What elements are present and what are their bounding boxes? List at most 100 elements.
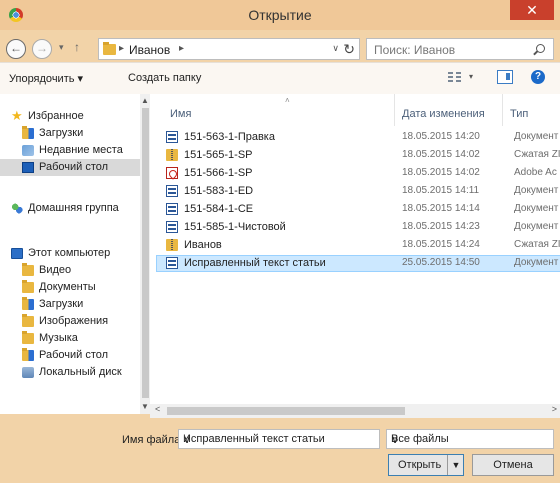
- filetype-select[interactable]: Все файлы ∨: [386, 429, 554, 449]
- file-type: Adobe Ac: [514, 167, 557, 178]
- sidebar-item-label: Избранное: [28, 110, 84, 122]
- file-row[interactable]: 151-585-1-Чистовой 18.05.2015 14:23 Доку…: [156, 219, 560, 236]
- command-toolbar: Упорядочить ▾ Создать папку ▾ ?: [0, 62, 560, 94]
- back-button[interactable]: ←: [6, 39, 26, 59]
- file-date: 18.05.2015 14:23: [402, 221, 480, 232]
- file-date: 25.05.2015 14:50: [402, 257, 480, 268]
- scrollbar-thumb[interactable]: [142, 108, 149, 398]
- local-disk-icon: [22, 367, 34, 378]
- file-date: 18.05.2015 14:02: [402, 149, 480, 160]
- scroll-left-arrow[interactable]: <: [155, 404, 160, 414]
- sidebar-item-music[interactable]: Музыка: [0, 330, 140, 347]
- address-trail-chevron[interactable]: ▸: [179, 43, 184, 54]
- file-date: 18.05.2015 14:24: [402, 239, 480, 250]
- pdf-file-icon: [166, 167, 178, 179]
- column-header-date[interactable]: Дата изменения: [402, 108, 485, 120]
- address-dropdown[interactable]: ∨: [332, 43, 339, 54]
- word-document-icon: [166, 185, 178, 197]
- file-row[interactable]: 151-565-1-SP 18.05.2015 14:02 Сжатая ZI: [156, 147, 560, 164]
- open-button[interactable]: Открыть ▼: [388, 454, 464, 476]
- sidebar-item-label: Документы: [39, 281, 96, 293]
- navigation-pane-scrollbar[interactable]: ▲ ▼: [140, 94, 150, 414]
- sidebar-item-label: Загрузки: [39, 127, 84, 139]
- column-header-name[interactable]: Имя: [170, 108, 191, 120]
- filename-input[interactable]: Исправленный текст статьи ∨: [178, 429, 380, 449]
- file-row[interactable]: 151-563-1-Правка 18.05.2015 14:20 Докуме…: [156, 129, 560, 146]
- address-separator: ▸: [119, 43, 125, 54]
- scroll-up-arrow[interactable]: ▲: [140, 96, 150, 105]
- music-folder-icon: [22, 331, 34, 344]
- videos-folder-icon: [22, 263, 34, 276]
- open-file-dialog: Открытие ✕ ← → ▾ ↑ ▸ Иванов ▸ ∨ ↻ Поиск:…: [0, 0, 560, 483]
- desktop-icon: [22, 162, 34, 173]
- file-date: 18.05.2015 14:20: [402, 131, 480, 142]
- scroll-right-arrow[interactable]: >: [552, 404, 557, 414]
- file-type: Документ: [514, 185, 559, 196]
- star-icon: ★: [11, 108, 23, 123]
- sidebar-item-recent-places[interactable]: Недавние места: [0, 142, 140, 159]
- sidebar-item-homegroup[interactable]: Домашняя группа: [0, 200, 140, 217]
- column-divider[interactable]: [502, 94, 503, 126]
- sidebar-item-label: Локальный диск: [39, 366, 122, 378]
- sidebar-item-local-disk[interactable]: Локальный диск: [0, 364, 140, 381]
- file-row[interactable]: 151-583-1-ED 18.05.2015 14:11 Документ: [156, 183, 560, 200]
- sidebar-item-videos[interactable]: Видео: [0, 262, 140, 279]
- sidebar-item-documents[interactable]: Документы: [0, 279, 140, 296]
- file-name: Иванов: [184, 239, 222, 251]
- downloads-folder-icon: [22, 126, 34, 139]
- file-list-horizontal-scrollbar[interactable]: < >: [150, 404, 560, 418]
- refresh-button[interactable]: ↻: [343, 41, 355, 58]
- word-document-icon: [166, 131, 178, 143]
- preview-pane-icon[interactable]: [497, 70, 513, 84]
- file-row-selected[interactable]: Исправленный текст статьи 25.05.2015 14:…: [156, 255, 560, 272]
- sidebar-item-downloads[interactable]: Загрузки: [0, 125, 140, 142]
- search-input[interactable]: Поиск: Иванов: [366, 38, 554, 60]
- search-placeholder: Поиск: Иванов: [374, 43, 456, 57]
- filename-history-dropdown[interactable]: ∨: [183, 433, 375, 446]
- address-path-segment[interactable]: Иванов: [129, 43, 170, 57]
- zip-folder-icon: [166, 239, 178, 251]
- organize-button[interactable]: Упорядочить ▾: [9, 72, 83, 85]
- file-row[interactable]: Иванов 18.05.2015 14:24 Сжатая ZI: [156, 237, 560, 254]
- file-row[interactable]: 151-584-1-CE 18.05.2015 14:14 Документ: [156, 201, 560, 218]
- sidebar-item-label: Этот компьютер: [28, 247, 111, 259]
- help-icon[interactable]: ?: [531, 70, 545, 84]
- view-options-icon[interactable]: [448, 72, 462, 83]
- open-button-label: Открыть: [398, 459, 442, 471]
- new-folder-button[interactable]: Создать папку: [128, 72, 201, 84]
- sidebar-item-pictures[interactable]: Изображения: [0, 313, 140, 330]
- sidebar-item-desktop-pc[interactable]: Рабочий стол: [0, 347, 140, 364]
- close-button[interactable]: ✕: [510, 0, 554, 20]
- sidebar-item-label: Изображения: [39, 315, 109, 327]
- column-header-type[interactable]: Тип: [510, 108, 528, 120]
- word-document-icon: [166, 257, 178, 269]
- column-divider[interactable]: [394, 94, 395, 126]
- sidebar-item-label: Рабочий стол: [39, 161, 109, 173]
- sidebar-item-this-pc[interactable]: Этот компьютер: [0, 245, 140, 262]
- column-header-label: Имя: [170, 108, 192, 120]
- sidebar-item-desktop[interactable]: Рабочий стол: [0, 159, 140, 176]
- file-name: 151-566-1-SP: [184, 167, 253, 179]
- forward-button[interactable]: →: [32, 39, 52, 59]
- up-button[interactable]: ↑: [74, 40, 80, 54]
- file-type: Документ: [514, 131, 559, 142]
- word-document-icon: [166, 221, 178, 233]
- open-options-dropdown[interactable]: ▼: [447, 455, 464, 475]
- cancel-button[interactable]: Отмена: [472, 454, 554, 476]
- sidebar-item-label: Домашняя группа: [28, 202, 119, 214]
- recent-locations-dropdown[interactable]: ▾: [59, 42, 64, 53]
- file-type: Документ: [514, 203, 559, 214]
- word-document-icon: [166, 203, 178, 215]
- sidebar-item-favorites[interactable]: ★ Избранное: [0, 108, 140, 125]
- sidebar-item-label: Недавние места: [39, 144, 123, 156]
- scrollbar-thumb[interactable]: [167, 407, 405, 415]
- view-options-dropdown[interactable]: ▾: [469, 72, 473, 81]
- file-row[interactable]: 151-566-1-SP 18.05.2015 14:02 Adobe Ac: [156, 165, 560, 182]
- file-type: Сжатая ZI: [514, 149, 560, 160]
- title-bar: Открытие ✕: [0, 0, 560, 30]
- homegroup-icon: [11, 203, 23, 214]
- filetype-dropdown-arrow[interactable]: ∨: [391, 433, 547, 446]
- scroll-down-arrow[interactable]: ▼: [140, 402, 150, 411]
- address-bar[interactable]: ▸ Иванов ▸ ∨ ↻: [98, 38, 360, 60]
- sidebar-item-downloads-pc[interactable]: Загрузки: [0, 296, 140, 313]
